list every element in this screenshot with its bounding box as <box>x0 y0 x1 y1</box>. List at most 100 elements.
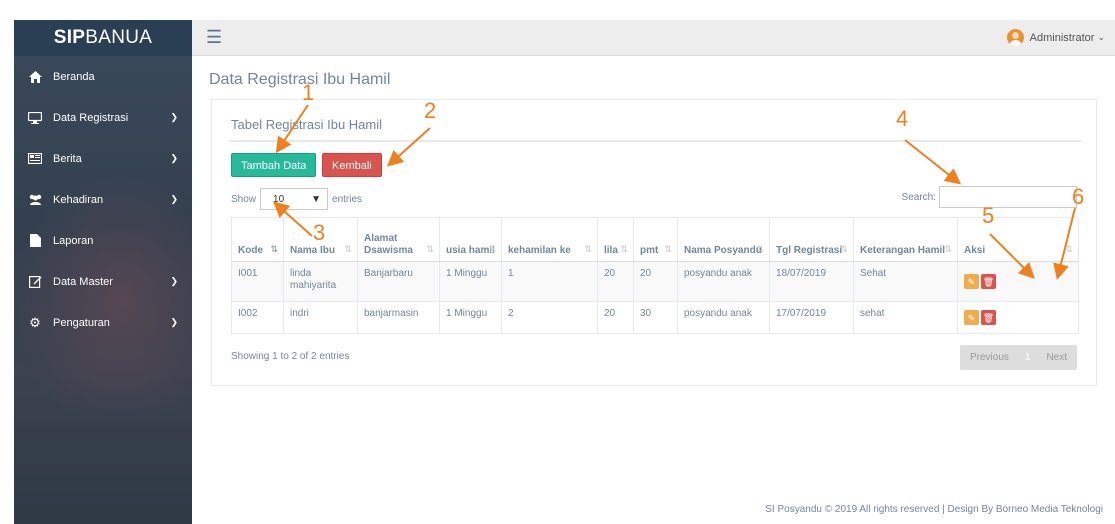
brand-logo[interactable]: SIP BANUA <box>14 20 192 56</box>
edit-icon <box>26 275 44 288</box>
sidebar-item-laporan[interactable]: Laporan <box>14 220 192 261</box>
sidebar-item-pengaturan[interactable]: ⚙ Pengaturan ❯ <box>14 302 192 343</box>
sidebar-item-beranda[interactable]: Beranda <box>14 56 192 97</box>
page-size-value: 10 <box>273 193 285 205</box>
search-label: Search: <box>901 191 936 203</box>
row-actions: ✎ 🗑 <box>964 274 996 289</box>
back-button[interactable]: Kembali <box>322 153 382 177</box>
cell-usia-hamil: 1 Minggu <box>439 261 502 302</box>
col-tgl-registrasi[interactable]: Tgl Registrasi ⇅ <box>769 217 854 262</box>
cell-nama-ibu: indri <box>283 301 358 334</box>
header-label: lila <box>604 245 618 256</box>
cell-alamat: Banjarbaru <box>357 261 440 302</box>
cell-kehamilan-ke: 1 <box>501 261 598 302</box>
add-data-button[interactable]: Tambah Data <box>231 153 317 177</box>
cell-keterangan: Sehat <box>853 261 958 302</box>
header-label: kehamilan ke <box>508 245 571 256</box>
cell-tgl-registrasi: 17/07/2019 <box>769 301 854 334</box>
delete-button[interactable]: 🗑 <box>981 274 996 289</box>
sort-icon: ⇅ <box>840 244 848 254</box>
col-nama-posyandu[interactable]: Nama Posyandu ⇅ <box>677 217 770 262</box>
desktop-icon <box>26 111 44 124</box>
header-label: Keterangan Hamil <box>860 245 946 256</box>
cell-lila: 20 <box>597 261 634 302</box>
file-icon <box>26 234 44 247</box>
col-usia-hamil[interactable]: usia hamil ⇅ <box>439 217 502 262</box>
trash-icon: 🗑 <box>982 312 995 323</box>
registration-table: Kode ⇅ Nama Ibu ⇅ Alamat Dsawisma ⇅ usia ha… <box>231 217 1079 334</box>
cell-nama-posyandu: posyandu anak <box>677 261 770 302</box>
col-kode[interactable]: Kode ⇅ <box>231 217 284 262</box>
col-alamat[interactable]: Alamat Dsawisma ⇅ <box>357 217 440 262</box>
show-label: Show <box>231 193 257 205</box>
sidebar-item-label: Kehadiran <box>53 193 104 206</box>
sidebar: SIP BANUA Beranda Data Registrasi ❯ Beri… <box>14 20 192 524</box>
topbar: ☰ Administrator ⌄ <box>192 20 1115 56</box>
sort-icon: ⇅ <box>344 244 352 254</box>
cell-lila: 20 <box>597 301 634 334</box>
sidebar-item-data-registrasi[interactable]: Data Registrasi ❯ <box>14 97 192 138</box>
menu-toggle-icon[interactable]: ☰ <box>206 27 222 48</box>
pencil-icon: ✎ <box>967 312 976 323</box>
table-header-row: Kode ⇅ Nama Ibu ⇅ Alamat Dsawisma ⇅ usia ha… <box>231 217 1079 262</box>
current-page[interactable]: 1 <box>1019 345 1037 370</box>
col-lila[interactable]: lila ⇅ <box>597 217 634 262</box>
cell-kode: I001 <box>231 261 284 302</box>
col-kehamilan-ke[interactable]: kehamilan ke ⇅ <box>501 217 598 262</box>
header-label: Nama Ibu <box>290 245 336 256</box>
sidebar-item-berita[interactable]: Berita ❯ <box>14 138 192 179</box>
cell-usia-hamil: 1 Minggu <box>439 301 502 334</box>
annotation-label-2: 2 <box>424 98 437 123</box>
next-button[interactable]: Next <box>1036 345 1077 370</box>
user-name: Administrator <box>1029 31 1095 44</box>
col-keterangan[interactable]: Keterangan Hamil ⇅ <box>853 217 958 262</box>
app: SIP BANUA Beranda Data Registrasi ❯ Beri… <box>0 0 1115 524</box>
header-label: Aksi <box>964 245 986 256</box>
annotation-label-4: 4 <box>896 106 909 131</box>
search-input[interactable] <box>939 186 1077 208</box>
header-label: Tgl Registrasi <box>776 245 843 256</box>
header-label: Alamat Dsawisma <box>364 233 413 256</box>
sidebar-item-label: Beranda <box>53 70 95 83</box>
table-info: Showing 1 to 2 of 2 entries <box>231 351 350 362</box>
col-pmt[interactable]: pmt ⇅ <box>633 217 678 262</box>
user-menu[interactable]: Administrator ⌄ <box>1006 29 1105 46</box>
sidebar-item-label: Data Registrasi <box>53 111 129 124</box>
annotation-label-6: 6 <box>1072 184 1085 209</box>
header-label: Kode <box>238 245 263 256</box>
header-label: pmt <box>640 245 659 256</box>
sidebar-item-kehadiran[interactable]: Kehadiran ❯ <box>14 179 192 220</box>
sidebar-item-data-master[interactable]: Data Master ❯ <box>14 261 192 302</box>
cell-alamat: banjarmasin <box>357 301 440 334</box>
header-label: Nama Posyandu <box>684 245 762 256</box>
sidebar-menu: Beranda Data Registrasi ❯ Berita ❯ Kehad… <box>14 56 192 343</box>
cell-kehamilan-ke: 2 <box>501 301 598 334</box>
edit-button[interactable]: ✎ <box>964 274 979 289</box>
delete-button[interactable]: 🗑 <box>981 310 996 325</box>
page-title: Data Registrasi Ibu Hamil <box>209 71 391 88</box>
entries-label: entries <box>332 193 363 205</box>
col-aksi[interactable]: Aksi ⇅ <box>957 217 1079 262</box>
pagination: Previous 1 Next <box>959 345 1077 370</box>
chevron-down-icon: ❯ <box>170 194 178 204</box>
cell-kode: I002 <box>231 301 284 334</box>
brand-light: BANUA <box>85 27 153 48</box>
page-size-select[interactable]: 10 ▼ <box>260 188 329 210</box>
edit-button[interactable]: ✎ <box>964 310 979 325</box>
panel-title: Tabel Registrasi Ibu Hamil <box>231 117 383 132</box>
cell-aksi: ✎ 🗑 <box>957 301 1079 334</box>
sort-icon: ⇅ <box>944 244 952 254</box>
divider <box>229 140 1081 142</box>
brand-bold: SIP <box>53 27 86 48</box>
table-row: I002 indri banjarmasin 1 Minggu 2 20 30 … <box>231 301 1079 334</box>
sidebar-item-label: Berita <box>53 152 82 165</box>
cell-pmt: 20 <box>633 261 678 302</box>
table-row: I001 linda mahiyarita Banjarbaru 1 Mingg… <box>231 261 1079 302</box>
annotation-label-1: 1 <box>302 80 315 105</box>
previous-button[interactable]: Previous <box>960 345 1019 370</box>
newspaper-icon <box>26 153 44 164</box>
sort-icon: ⇅ <box>426 244 434 254</box>
home-icon <box>26 70 44 83</box>
annotation-label-5: 5 <box>982 203 995 228</box>
chevron-down-icon: ❯ <box>170 112 178 122</box>
